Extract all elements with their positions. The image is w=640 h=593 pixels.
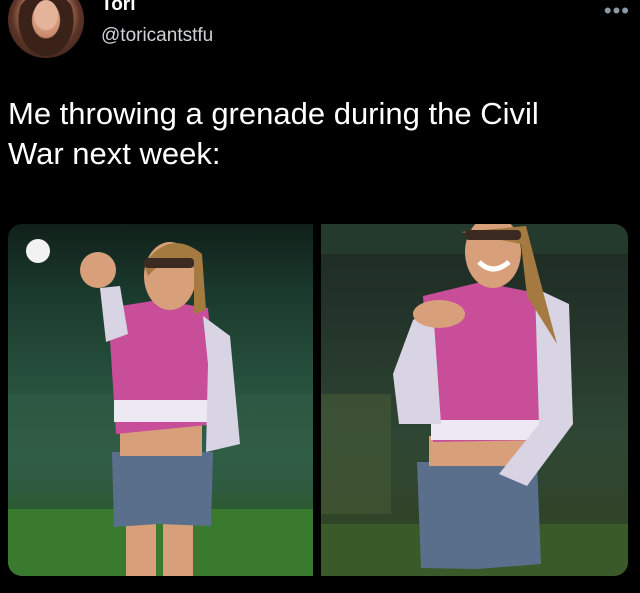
author-avatar[interactable] [8, 0, 84, 58]
avatar-face [34, 0, 58, 30]
tweet-text: Me throwing a grenade during the Civil W… [8, 94, 628, 174]
tweet-text-line-1: Me throwing a grenade during the Civil [8, 96, 539, 131]
author-display-name[interactable]: Tori [101, 0, 135, 16]
photo-1-illustration [8, 239, 313, 576]
tweet-photo-1[interactable] [8, 224, 313, 576]
tweet-media[interactable] [8, 224, 628, 576]
author-handle[interactable]: @toricantstfu [101, 25, 213, 47]
more-options-icon[interactable]: ••• [604, 0, 630, 24]
photo-2-illustration [321, 224, 628, 576]
tweet-text-line-2: War next week: [8, 136, 221, 171]
tweet-photo-2[interactable] [321, 224, 628, 576]
